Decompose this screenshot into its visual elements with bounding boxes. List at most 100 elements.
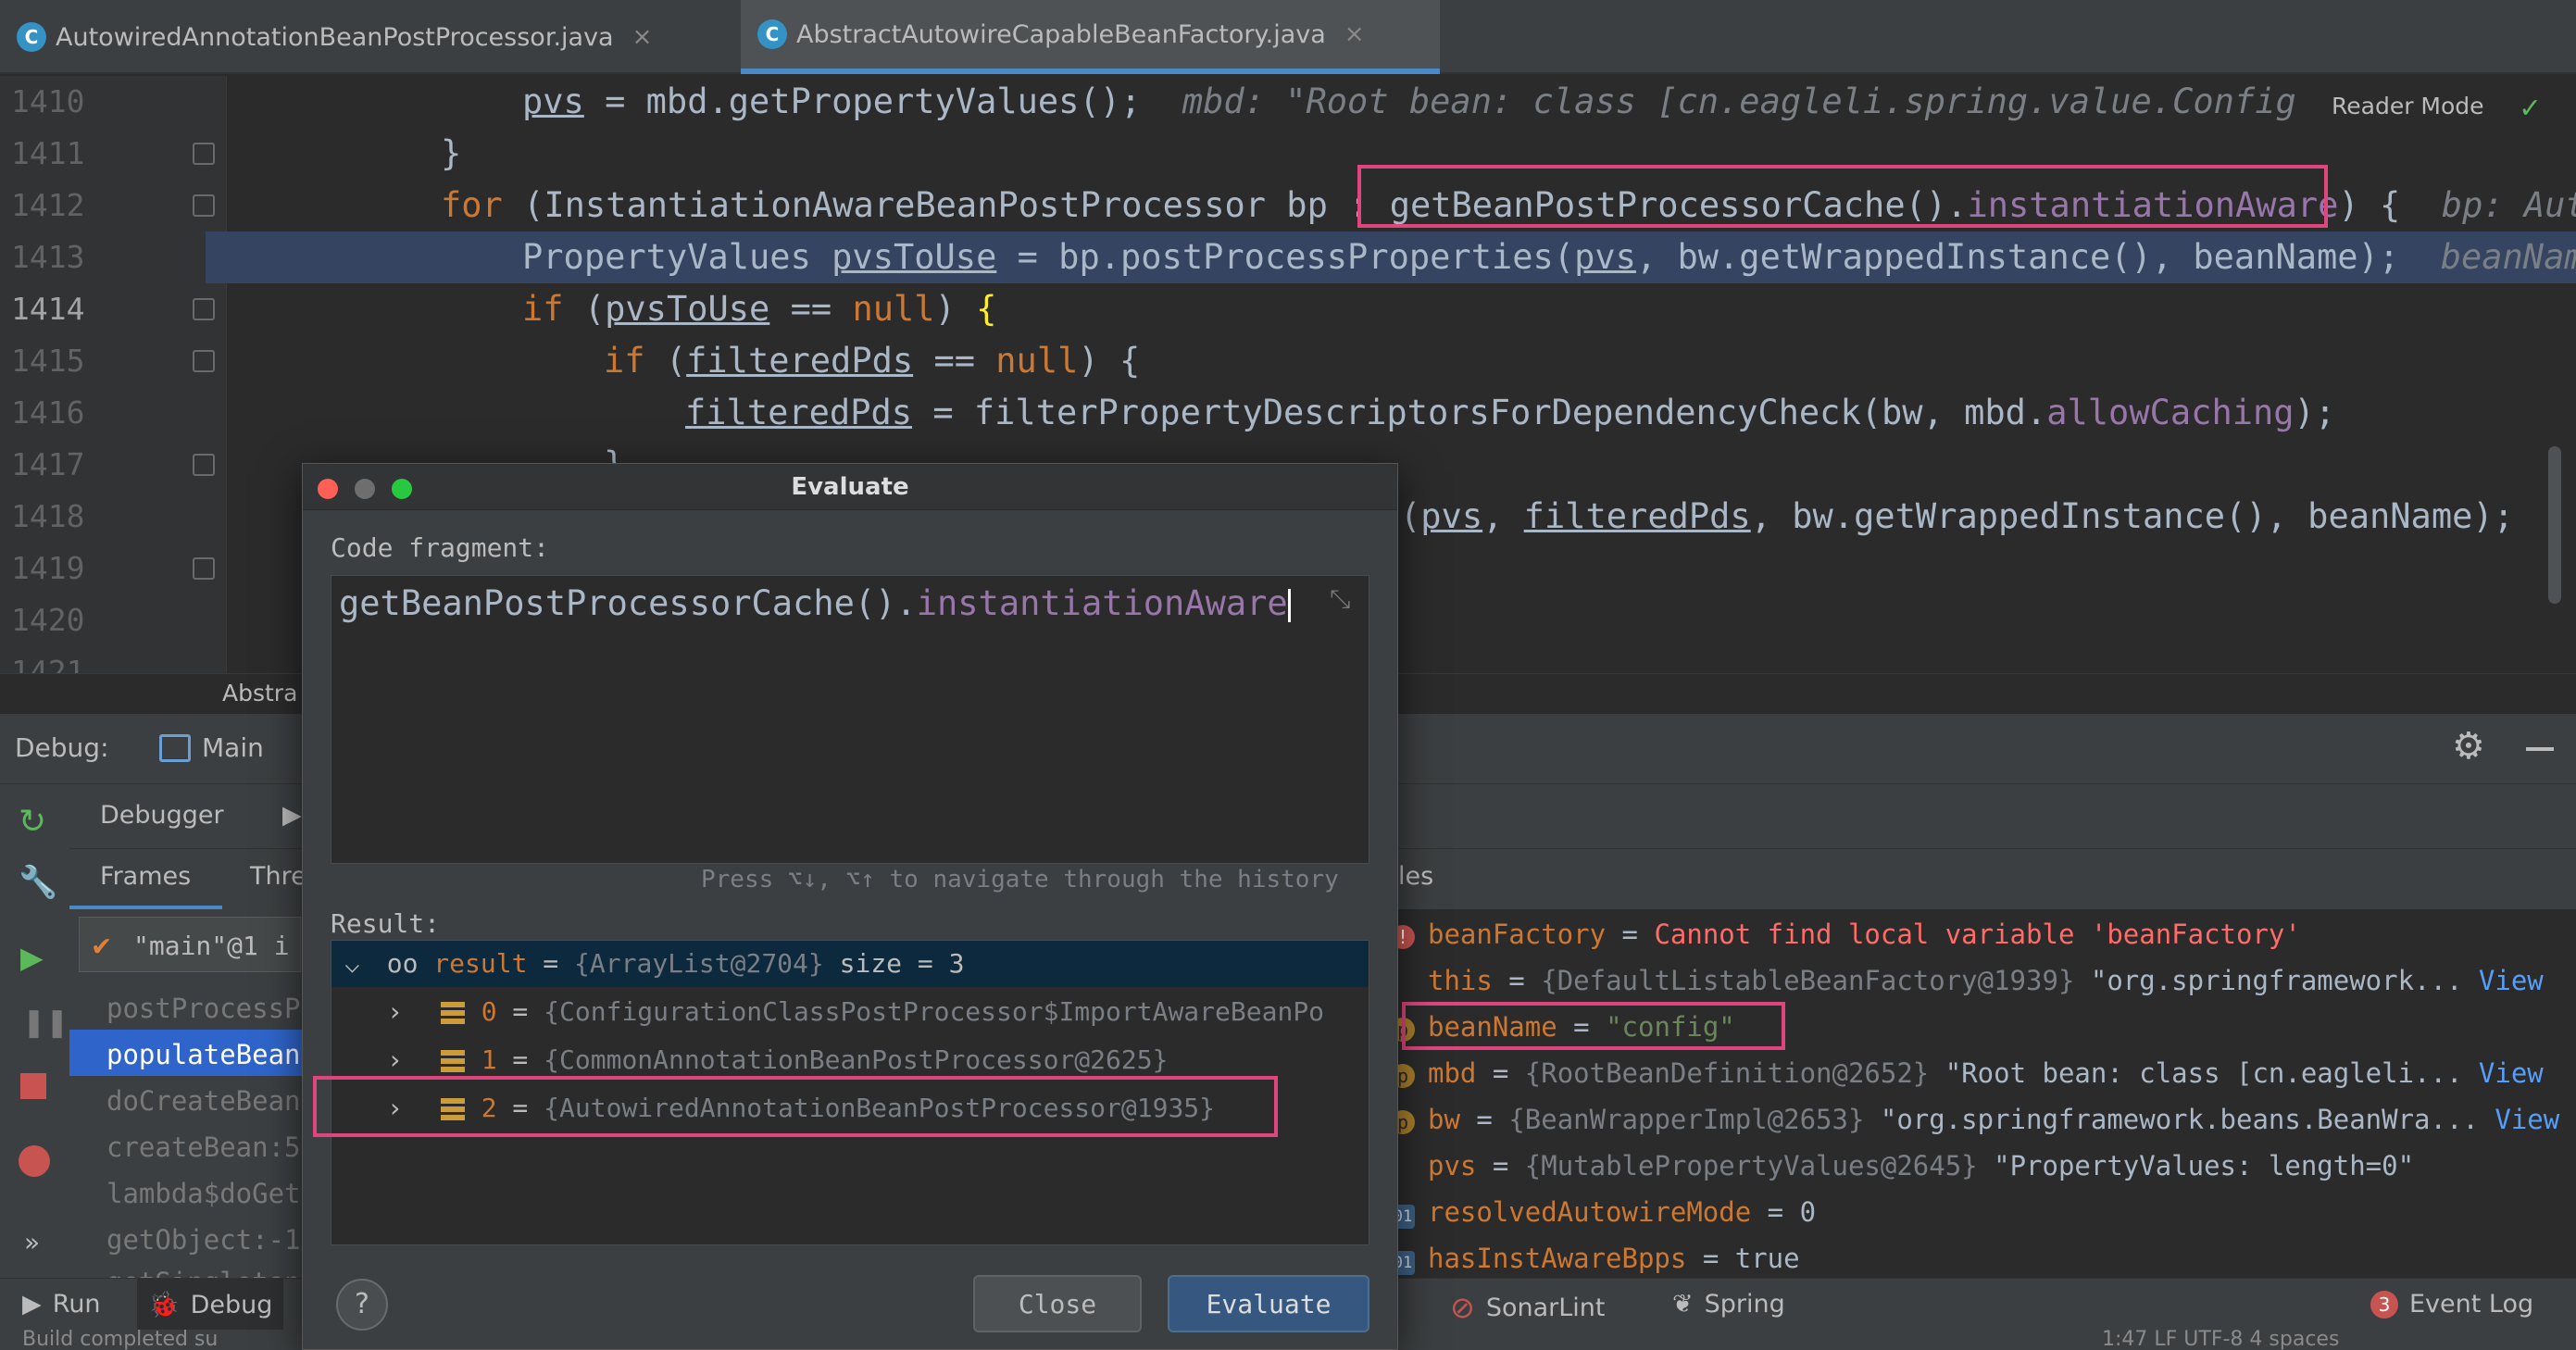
code-fragment-label: Code fragment: bbox=[331, 532, 550, 563]
frame-item-selected[interactable]: populateBean bbox=[106, 1039, 301, 1070]
fold-marker-icon[interactable] bbox=[193, 143, 215, 165]
frame-item[interactable]: getObject:-1 bbox=[106, 1224, 301, 1256]
array-element-icon bbox=[440, 1050, 465, 1072]
chevron-right-icon: › bbox=[387, 1044, 403, 1075]
tab-frames[interactable]: Frames bbox=[100, 862, 191, 891]
thread-selector[interactable]: ✔ "main"@1 i bbox=[79, 917, 301, 972]
code-line-1415: if (filteredPds == null) { bbox=[604, 341, 1141, 381]
stop-icon[interactable] bbox=[20, 1073, 46, 1099]
editor-scrollbar[interactable] bbox=[2548, 446, 2561, 604]
line-gutter: 1410 1411 1412 1413 1414 1415 1416 1417 … bbox=[0, 76, 227, 673]
more-icon[interactable]: » bbox=[24, 1227, 40, 1257]
line-number: 1412 bbox=[11, 187, 85, 223]
event-log-button[interactable]: 3 Event Log bbox=[2370, 1290, 2533, 1319]
fold-marker-icon[interactable] bbox=[193, 557, 215, 580]
code-fragment-text: getBeanPostProcessorCache().instantiatio… bbox=[339, 583, 1291, 623]
array-element-icon bbox=[440, 1002, 465, 1024]
debug-action-strip: ↻ 🔧 ▶ ❚❚ » bbox=[0, 784, 69, 1278]
status-message: Build completed su bbox=[22, 1328, 219, 1350]
line-number: 1416 bbox=[11, 394, 85, 431]
sonarlint-tool-button[interactable]: ⊘ SonarLint bbox=[1450, 1290, 1605, 1325]
variable-row[interactable]: this = {DefaultListableBeanFactory@1939}… bbox=[1391, 965, 2544, 996]
play-icon: ▶ bbox=[22, 1290, 42, 1319]
text-cursor bbox=[1287, 588, 1291, 622]
fold-marker-icon[interactable] bbox=[193, 350, 215, 372]
result-label: Result: bbox=[331, 908, 441, 939]
code-line-1418: (pvs, filteredPds, bw.getWrappedInstance… bbox=[1400, 496, 2514, 536]
line-number: 1410 bbox=[11, 83, 85, 119]
rerun-icon[interactable]: ↻ bbox=[19, 803, 46, 841]
class-icon: C bbox=[757, 19, 787, 49]
debug-label: Debug: bbox=[15, 732, 109, 763]
tab-debugger[interactable]: Debugger bbox=[100, 801, 224, 830]
fold-marker-icon[interactable] bbox=[193, 298, 215, 320]
line-number: 1417 bbox=[11, 446, 85, 482]
dialog-titlebar[interactable]: Evaluate bbox=[303, 464, 1397, 510]
frame-item[interactable]: createBean:5 bbox=[106, 1131, 301, 1163]
reader-mode-toggle[interactable]: Reader Mode bbox=[2332, 93, 2484, 119]
wrench-icon[interactable]: 🔧 bbox=[19, 864, 57, 901]
frame-item[interactable]: doCreateBean bbox=[106, 1085, 301, 1117]
close-icon[interactable]: × bbox=[632, 23, 653, 51]
tab-label: AutowiredAnnotationBeanPostProcessor.jav… bbox=[56, 22, 614, 52]
view-link: View bbox=[2478, 965, 2544, 996]
close-icon[interactable]: × bbox=[1344, 20, 1365, 48]
variable-row[interactable]: pvs = {MutablePropertyValues@2645} "Prop… bbox=[1391, 1150, 2414, 1181]
tab-threads[interactable]: Thre bbox=[250, 862, 306, 891]
result-root-row[interactable]: ⌵ oo result = {ArrayList@2704} size = 3 bbox=[331, 941, 1369, 987]
line-number: 1413 bbox=[11, 239, 85, 275]
gear-icon[interactable]: ⚙ bbox=[2452, 725, 2485, 768]
tab-abstract-autowire[interactable]: C AbstractAutowireCapableBeanFactory.jav… bbox=[741, 0, 1440, 74]
line-number: 1414 bbox=[11, 291, 85, 327]
collapse-icon[interactable]: ⤡ bbox=[1330, 583, 1350, 615]
sonarlint-icon: ⊘ bbox=[1450, 1290, 1475, 1325]
bug-icon: 🐞 bbox=[148, 1291, 180, 1319]
line-number: 1415 bbox=[11, 343, 85, 379]
chevron-right-icon: › bbox=[387, 996, 403, 1027]
result-item-row[interactable]: › 0 = {ConfigurationClassPostProcessor$I… bbox=[331, 989, 1369, 1035]
fold-marker-icon[interactable] bbox=[193, 194, 215, 217]
frame-item[interactable]: lambda$doGet bbox=[106, 1178, 301, 1209]
line-number: 1411 bbox=[11, 135, 85, 171]
history-hint: Press ⌥↓, ⌥↑ to navigate through the his… bbox=[701, 866, 1339, 894]
highlight-box-bp-cache bbox=[1357, 165, 2328, 228]
variables-header: les bbox=[1389, 849, 2576, 909]
variable-row[interactable]: p bw = {BeanWrapperImpl@2653} "org.spring… bbox=[1391, 1104, 2559, 1135]
tab-autowired-annotation[interactable]: C AutowiredAnnotationBeanPostProcessor.j… bbox=[0, 0, 741, 74]
variable-row[interactable]: p mbd = {RootBeanDefinition@2652} "Root b… bbox=[1391, 1057, 2544, 1089]
chevron-down-icon: ⌵ bbox=[344, 948, 360, 979]
fold-marker-icon[interactable] bbox=[193, 454, 215, 476]
help-button[interactable]: ? bbox=[336, 1279, 388, 1331]
inspection-ok-icon[interactable]: ✓ bbox=[2520, 89, 2539, 126]
code-fragment-input[interactable]: getBeanPostProcessorCache().instantiatio… bbox=[331, 575, 1369, 864]
debug-session-tab[interactable]: Main bbox=[202, 732, 264, 763]
variable-row[interactable]: ! beanFactory = Cannot find local variabl… bbox=[1391, 919, 2301, 950]
evaluate-button[interactable]: Evaluate bbox=[1168, 1275, 1369, 1332]
variable-row[interactable]: 01 hasInstAwareBpps = true bbox=[1391, 1243, 1800, 1275]
editor-tab-bar: C AutowiredAnnotationBeanPostProcessor.j… bbox=[0, 0, 2576, 74]
dialog-title: Evaluate bbox=[791, 473, 909, 501]
line-number: 1421 bbox=[11, 654, 85, 673]
debug-tool-button[interactable]: 🐞 Debug bbox=[148, 1290, 272, 1320]
breakpoints-icon[interactable] bbox=[19, 1145, 50, 1177]
code-line-1410: pvs = mbd.getPropertyValues(); mbd: "Roo… bbox=[522, 81, 2296, 121]
pause-icon[interactable]: ❚❚ bbox=[22, 1006, 69, 1039]
console-icon[interactable]: ▶ bbox=[282, 801, 302, 830]
class-icon: C bbox=[17, 22, 46, 52]
evaluate-dialog: Evaluate Code fragment: getBeanPostProce… bbox=[302, 463, 1398, 1350]
variables-tab[interactable]: les bbox=[1398, 862, 1433, 891]
highlight-box-beanname bbox=[1402, 1002, 1785, 1050]
variable-row[interactable]: 01 resolvedAutowireMode = 0 bbox=[1391, 1196, 1816, 1229]
breadcrumb[interactable]: Abstra bbox=[222, 680, 297, 706]
code-line-1413: PropertyValues pvsToUse = bp.postProcess… bbox=[522, 237, 2576, 277]
code-line-1414: if (pvsToUse == null) { bbox=[522, 289, 997, 329]
variables-tree: ! beanFactory = Cannot find local variabl… bbox=[1389, 909, 2576, 1278]
minimize-icon[interactable] bbox=[2526, 747, 2554, 751]
spring-tool-button[interactable]: ❦ Spring bbox=[1672, 1290, 1785, 1319]
resume-icon[interactable]: ▶ bbox=[20, 940, 44, 975]
code-line-1411: } bbox=[441, 133, 462, 173]
frame-item[interactable]: postProcessP bbox=[106, 993, 301, 1024]
run-tool-button[interactable]: ▶ Run bbox=[22, 1290, 101, 1319]
tab-label: AbstractAutowireCapableBeanFactory.java bbox=[796, 19, 1326, 49]
close-button[interactable]: Close bbox=[973, 1275, 1142, 1332]
